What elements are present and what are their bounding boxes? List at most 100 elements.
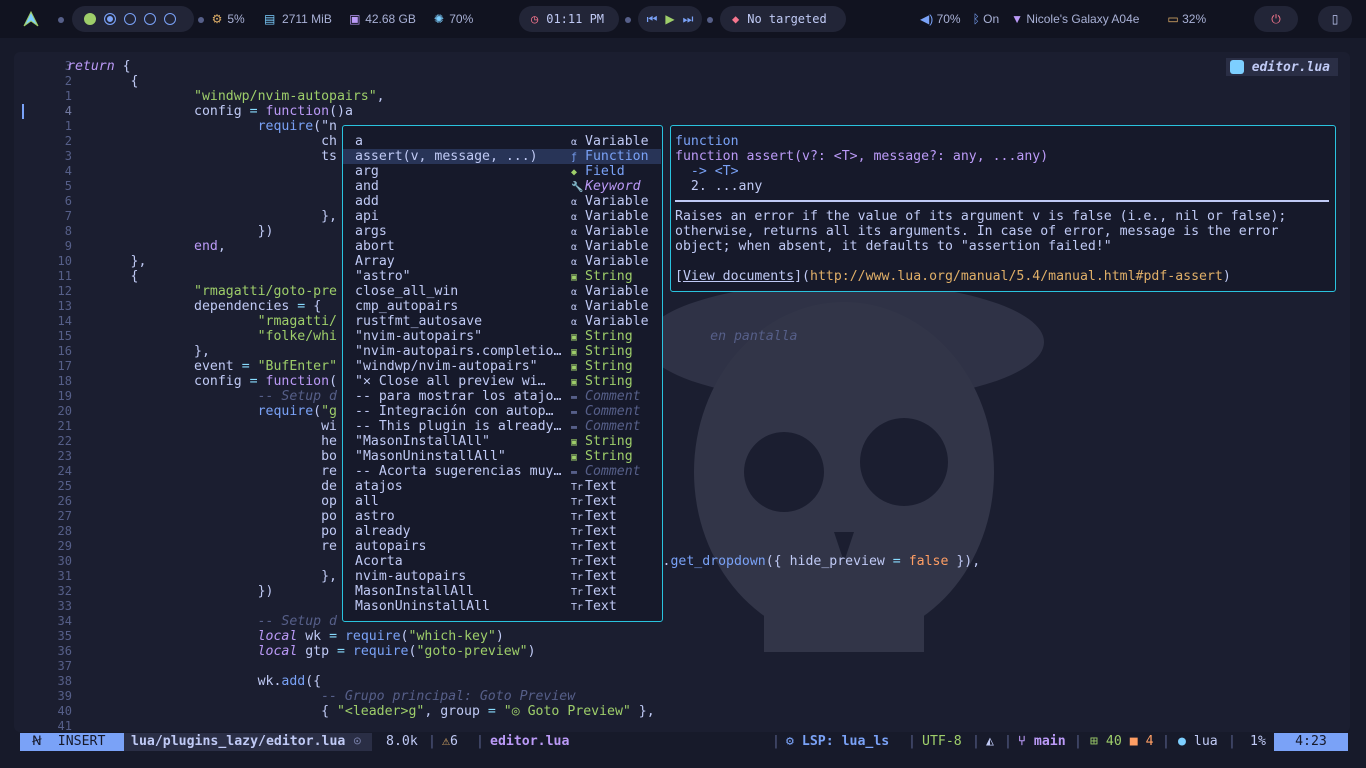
previous-icon[interactable]: ⏮ — [647, 12, 658, 27]
code-text[interactable]: local wk = require("which-key") — [67, 629, 504, 644]
workspace-5[interactable] — [164, 13, 176, 25]
code-text[interactable]: wi — [67, 419, 337, 434]
completion-item[interactable]: close_all_win α Variable — [343, 284, 661, 299]
completion-item[interactable]: Acorta Tr Text — [343, 554, 661, 569]
code-text[interactable]: dependencies = { — [67, 299, 321, 314]
doc-link[interactable]: [View documents](http://www.lua.org/manu… — [675, 269, 1231, 284]
wifi-widget[interactable]: ▼ Nicole's Galaxy A04e — [1011, 12, 1139, 26]
completion-item[interactable]: api α Variable — [343, 209, 661, 224]
completion-item[interactable]: "windwp/nvim-autopairs" ▣ String — [343, 359, 661, 374]
completion-item[interactable]: cmp_autopairs α Variable — [343, 299, 661, 314]
battery-widget[interactable]: ▭ 32% — [1167, 12, 1206, 26]
completion-kind: ▬ Comment — [571, 419, 641, 434]
completion-item[interactable]: "nvim-autopairs.completio… ▣ String — [343, 344, 661, 359]
clock-widget[interactable]: ◷ 01:11 PM — [519, 6, 619, 32]
code-text[interactable]: end, — [67, 239, 226, 254]
code-text[interactable]: config = function()a — [67, 104, 353, 119]
completion-item[interactable]: assert(v, message, ...) ƒ Function — [343, 149, 661, 164]
code-text[interactable]: "rmagatti/goto-pre — [67, 284, 337, 299]
completion-item[interactable]: "MasonInstallAll" ▣ String — [343, 434, 661, 449]
code-text[interactable]: po — [67, 524, 337, 539]
completion-item[interactable]: astro Tr Text — [343, 509, 661, 524]
code-text[interactable]: ch — [67, 134, 337, 149]
code-text[interactable]: "rmagatti/ — [67, 314, 337, 329]
code-text[interactable]: }, — [67, 254, 147, 269]
code-text[interactable]: return { — [67, 59, 131, 74]
code-text[interactable]: config = function( — [67, 374, 337, 389]
code-text[interactable]: -- Setup d — [67, 614, 337, 629]
code-text[interactable]: op — [67, 494, 337, 509]
completion-menu[interactable]: a α Variable assert(v, message, ...) ƒ Functi… — [342, 125, 663, 622]
completion-item[interactable]: atajos Tr Text — [343, 479, 661, 494]
completion-item[interactable]: "✕ Close all preview wi… ▣ String — [343, 374, 661, 389]
bluetooth-widget[interactable]: ᛒ On — [973, 12, 1000, 26]
completion-item[interactable]: MasonUninstallAll Tr Text — [343, 599, 661, 614]
lsp-status[interactable]: ⚙ LSP: lua_ls — [786, 733, 889, 751]
clipboard-button[interactable]: ▯ — [1318, 6, 1352, 32]
code-text[interactable]: }, — [67, 209, 337, 224]
volume-widget[interactable]: ◀) 70% — [920, 12, 961, 26]
doc-link-text[interactable]: View documents — [683, 269, 794, 284]
completion-item[interactable]: rustfmt_autosave α Variable — [343, 314, 661, 329]
file-tab[interactable]: editor.lua — [1225, 58, 1338, 76]
code-text[interactable]: -- Setup d — [67, 389, 337, 404]
next-icon[interactable]: ⏭ — [683, 12, 694, 27]
code-text[interactable]: require("n — [67, 119, 337, 134]
completion-item[interactable]: args α Variable — [343, 224, 661, 239]
code-text[interactable]: }) — [67, 224, 274, 239]
code-text[interactable]: ts — [67, 149, 337, 164]
brightness-widget[interactable]: ✺ 70% — [432, 12, 473, 26]
completion-item[interactable]: "MasonUninstallAll" ▣ String — [343, 449, 661, 464]
completion-item[interactable]: Array α Variable — [343, 254, 661, 269]
code-text[interactable]: "windwp/nvim-autopairs", — [67, 89, 385, 104]
file-path[interactable]: lua/plugins_lazy/editor.lua ⊙ — [124, 733, 372, 751]
completion-item[interactable]: nvim-autopairs Tr Text — [343, 569, 661, 584]
workspace-2[interactable] — [104, 13, 116, 25]
completion-item[interactable]: -- para mostrar los atajo… ▬ Comment — [343, 389, 661, 404]
workspace-1[interactable] — [84, 13, 96, 25]
code-text[interactable]: wk.add({ — [67, 674, 322, 689]
code-text[interactable]: bo — [67, 449, 337, 464]
code-text[interactable]: require("g — [67, 404, 337, 419]
code-text[interactable]: he — [67, 434, 337, 449]
cpu-widget[interactable]: ⚙ 5% — [210, 12, 245, 26]
completion-item[interactable]: arg ◆ Field — [343, 164, 661, 179]
workspace-3[interactable] — [124, 13, 136, 25]
completion-item[interactable]: abort α Variable — [343, 239, 661, 254]
code-text[interactable]: event = "BufEnter" — [67, 359, 337, 374]
code-text[interactable]: re — [67, 539, 337, 554]
completion-item[interactable]: autopairs Tr Text — [343, 539, 661, 554]
completion-item[interactable]: MasonInstallAll Tr Text — [343, 584, 661, 599]
play-icon[interactable]: ▶ — [665, 12, 674, 26]
completion-item[interactable]: -- Acorta sugerencias muy… ▬ Comment — [343, 464, 661, 479]
code-text[interactable]: -- Grupo principal: Goto Preview — [67, 689, 575, 704]
warnings[interactable]: ⚠6 — [442, 733, 458, 751]
completion-item[interactable]: already Tr Text — [343, 524, 661, 539]
completion-item[interactable]: -- This plugin is already… ▬ Comment — [343, 419, 661, 434]
code-text[interactable]: { — [67, 269, 139, 284]
workspace-4[interactable] — [144, 13, 156, 25]
code-text[interactable]: }, — [67, 569, 337, 584]
code-text[interactable]: }, — [67, 344, 210, 359]
completion-item[interactable]: -- Integración con autop… ▬ Comment — [343, 404, 661, 419]
completion-item[interactable]: add α Variable — [343, 194, 661, 209]
git-branch[interactable]: ⑂ main — [1018, 733, 1066, 751]
completion-item[interactable]: "nvim-autopairs" ▣ String — [343, 329, 661, 344]
completion-item[interactable]: all Tr Text — [343, 494, 661, 509]
code-text[interactable]: de — [67, 479, 337, 494]
memory-widget[interactable]: ▤ 2711 MiB — [261, 12, 332, 26]
code-text[interactable]: re — [67, 464, 337, 479]
code-text[interactable]: { — [67, 74, 139, 89]
completion-item[interactable]: "astro" ▣ String — [343, 269, 661, 284]
launcher-icon[interactable] — [22, 10, 40, 28]
code-text[interactable]: po — [67, 509, 337, 524]
doc-link-url[interactable]: http://www.lua.org/manual/5.4/manual.htm… — [810, 269, 1223, 284]
target-widget[interactable]: ◆ No targeted — [720, 6, 846, 32]
power-button[interactable]: ⏻ — [1254, 6, 1298, 32]
disk-widget[interactable]: ▣ 42.68 GB — [348, 12, 416, 26]
code-text[interactable]: local gtp = require("goto-preview") — [67, 644, 536, 659]
code-text[interactable]: { "<leader>g", group = "◎ Goto Preview" … — [67, 704, 655, 719]
completion-item[interactable]: and 🔧 Keyword — [343, 179, 661, 194]
code-text[interactable]: }) — [67, 584, 274, 599]
completion-item[interactable]: a α Variable — [343, 134, 661, 149]
